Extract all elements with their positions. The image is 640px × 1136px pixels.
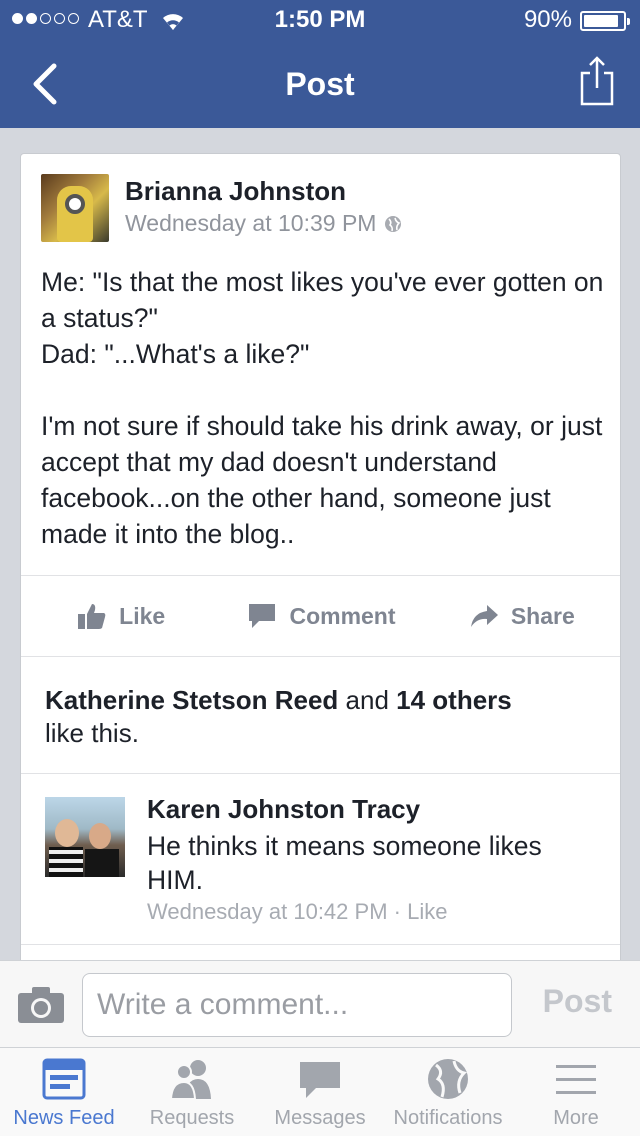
- post-actions: Like Comment Share: [21, 576, 620, 656]
- thumbs-up-icon: [78, 604, 106, 629]
- post-comment-button[interactable]: Post: [543, 983, 612, 1020]
- comment-icon: [249, 604, 276, 628]
- news-feed-icon: [42, 1058, 86, 1100]
- battery-percent: 90%: [523, 6, 572, 33]
- post-meta: Wednesday at 10:39 PM: [125, 210, 402, 237]
- divider: [21, 773, 620, 774]
- tab-label: More: [553, 1107, 599, 1129]
- camera-icon[interactable]: [16, 985, 66, 1025]
- menu-icon: [556, 1065, 596, 1094]
- divider: [21, 656, 620, 657]
- tab-messages[interactable]: Messages: [256, 1048, 384, 1136]
- tab-notifications[interactable]: Notifications: [384, 1048, 512, 1136]
- comment-meta: Wednesday at 10:42 PM · Like: [147, 899, 447, 925]
- divider: [21, 944, 620, 945]
- like-label: Like: [119, 602, 166, 629]
- tab-requests[interactable]: Requests: [128, 1048, 256, 1136]
- share-button[interactable]: Share: [422, 576, 620, 656]
- share-label: Share: [510, 602, 575, 629]
- likes-others[interactable]: 14 others: [396, 685, 512, 715]
- comment-like-link[interactable]: Like: [407, 899, 447, 924]
- liker-name[interactable]: Katherine Stetson Reed: [45, 685, 338, 715]
- comment-button[interactable]: Comment: [221, 576, 421, 656]
- post-card: Brianna Johnston Wednesday at 10:39 PM M…: [20, 153, 621, 983]
- likes-and: and: [345, 685, 389, 715]
- commenter-avatar[interactable]: [45, 797, 125, 877]
- share-icon[interactable]: [580, 56, 614, 106]
- share-arrow-icon: [470, 605, 498, 627]
- like-button[interactable]: Like: [21, 576, 221, 656]
- page-title: Post: [285, 66, 355, 102]
- post-timestamp[interactable]: Wednesday at 10:39 PM: [125, 210, 376, 237]
- globe-icon: [428, 1059, 468, 1099]
- globe-icon: [385, 215, 402, 232]
- post-body: Me: "Is that the most likes you've ever …: [41, 267, 604, 549]
- comment-label: Comment: [289, 602, 396, 629]
- tab-label: Requests: [149, 1107, 235, 1129]
- tab-more[interactable]: More: [512, 1048, 640, 1136]
- tab-label: Notifications: [393, 1107, 503, 1129]
- tab-news-feed[interactable]: News Feed: [0, 1048, 128, 1136]
- header: AT&T 1:50 PM 90% Post: [0, 0, 640, 128]
- comment-text: He thinks it means someone likes HIM.: [147, 831, 542, 895]
- comment-author[interactable]: Karen Johnston Tracy: [147, 794, 420, 825]
- tab-bar: News Feed Requests Messages Notification…: [0, 1048, 640, 1136]
- comment-input[interactable]: [82, 973, 512, 1037]
- status-bar: AT&T 1:50 PM 90%: [0, 0, 640, 40]
- likes-suffix: like this.: [45, 718, 139, 748]
- messages-icon: [300, 1062, 340, 1098]
- friends-icon: [169, 1060, 211, 1100]
- tab-label: News Feed: [13, 1107, 115, 1129]
- likes-summary[interactable]: Katherine Stetson Reed and 14 others lik…: [45, 684, 600, 750]
- comment-meta-separator: ·: [393, 899, 401, 924]
- author-avatar[interactable]: [41, 174, 109, 242]
- tab-label: Messages: [274, 1107, 366, 1129]
- battery-icon: [580, 11, 630, 31]
- comment-composer: Post: [0, 960, 640, 1048]
- post-author[interactable]: Brianna Johnston: [125, 176, 346, 207]
- comment-timestamp: Wednesday at 10:42 PM: [147, 899, 388, 924]
